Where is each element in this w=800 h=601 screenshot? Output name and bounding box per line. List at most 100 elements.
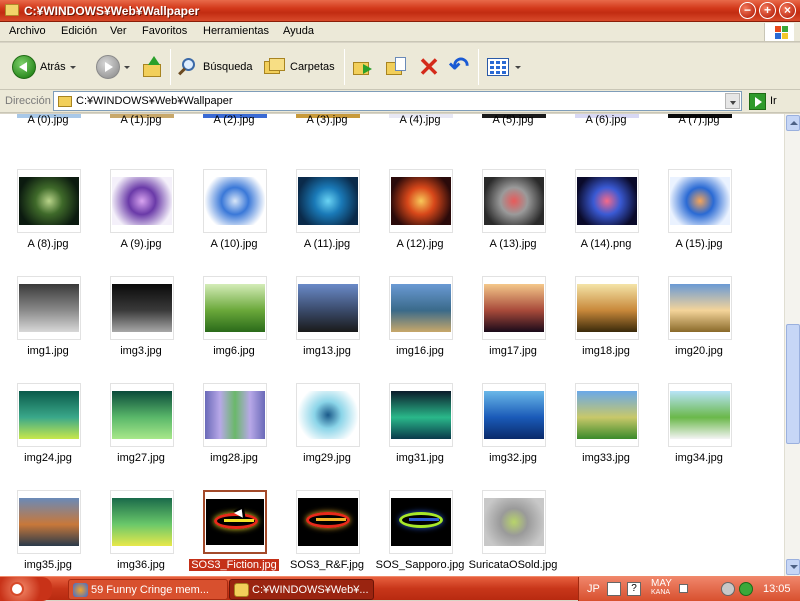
thumbnail xyxy=(110,383,174,447)
ime-mode-bottom[interactable]: KANA xyxy=(651,589,670,596)
file-name-text: img24.jpg xyxy=(24,452,72,464)
file-item[interactable]: img16.jpg xyxy=(374,276,466,381)
menu-ver[interactable]: Ver xyxy=(110,25,127,37)
back-button[interactable]: Atrás xyxy=(12,52,76,82)
file-item[interactable]: A (10).jpg xyxy=(188,169,280,274)
file-item[interactable]: A (2).jpg xyxy=(188,114,280,150)
file-item[interactable]: img17.jpg xyxy=(467,276,559,381)
file-name-text: SOS_Sapporo.jpg xyxy=(375,559,465,571)
address-input[interactable]: C:¥WINDOWS¥Web¥Wallpaper xyxy=(53,91,742,111)
scroll-down-button[interactable] xyxy=(786,559,800,575)
forward-button[interactable] xyxy=(96,52,130,82)
file-item[interactable]: img31.jpg xyxy=(374,383,466,488)
file-name-text: A (14).png xyxy=(580,238,632,250)
toolbar-separator xyxy=(170,49,171,85)
up-folder-button[interactable] xyxy=(142,52,164,82)
file-item[interactable]: img35.jpg xyxy=(2,490,94,576)
ime-options-icon[interactable] xyxy=(679,584,688,593)
undo-icon[interactable]: ↶ xyxy=(448,55,470,79)
menu-ayuda[interactable]: Ayuda xyxy=(283,25,314,37)
file-item[interactable]: img1.jpg xyxy=(2,276,94,381)
folders-button[interactable]: Carpetas xyxy=(264,52,335,82)
security-icon[interactable] xyxy=(721,582,735,596)
address-value: C:¥WINDOWS¥Web¥Wallpaper xyxy=(76,95,233,107)
forward-arrow-icon xyxy=(96,55,120,79)
language-indicator[interactable]: JP xyxy=(587,583,600,595)
file-item[interactable]: img13.jpg xyxy=(281,276,373,381)
file-item[interactable]: img32.jpg xyxy=(467,383,559,488)
thumbnail-image xyxy=(391,177,451,225)
vertical-scrollbar[interactable] xyxy=(784,114,800,576)
network-icon[interactable] xyxy=(739,582,753,596)
folder-icon xyxy=(5,4,19,16)
chevron-down-icon[interactable] xyxy=(515,66,521,69)
file-item[interactable]: img36.jpg xyxy=(95,490,187,576)
copy-to-icon[interactable] xyxy=(386,56,408,78)
file-item[interactable]: img28.jpg xyxy=(188,383,280,488)
move-to-icon[interactable] xyxy=(353,56,375,78)
file-item[interactable]: A (1).jpg xyxy=(95,114,187,150)
file-item[interactable]: A (12).jpg xyxy=(374,169,466,274)
thumbnail-image xyxy=(484,391,544,439)
go-button[interactable]: Ir xyxy=(749,92,777,110)
menu-herramientas[interactable]: Herramientas xyxy=(203,25,269,37)
delete-icon[interactable]: ✕ xyxy=(418,54,440,80)
help-icon[interactable]: ? xyxy=(627,582,641,596)
taskbar-item-browser[interactable]: 59 Funny Cringe mem... xyxy=(68,579,228,600)
file-item[interactable]: img24.jpg xyxy=(2,383,94,488)
file-item[interactable]: A (7).jpg xyxy=(653,114,745,150)
back-arrow-icon xyxy=(12,55,36,79)
file-item[interactable]: img3.jpg xyxy=(95,276,187,381)
file-name-text: img28.jpg xyxy=(210,452,258,464)
thumbnail xyxy=(482,169,546,233)
file-item[interactable]: A (3).jpg xyxy=(281,114,373,150)
file-name-text: img31.jpg xyxy=(396,452,444,464)
maximize-button[interactable]: + xyxy=(759,2,776,19)
thumbnail xyxy=(110,276,174,340)
file-item[interactable]: img27.jpg xyxy=(95,383,187,488)
file-item[interactable]: A (4).jpg xyxy=(374,114,466,150)
address-dropdown-button[interactable] xyxy=(725,93,740,109)
start-button[interactable] xyxy=(0,577,52,601)
file-item[interactable]: img6.jpg xyxy=(188,276,280,381)
menu-archivo[interactable]: Archivo xyxy=(9,25,46,37)
file-item[interactable]: A (6).jpg xyxy=(560,114,652,150)
file-item[interactable]: A (11).jpg xyxy=(281,169,373,274)
file-item[interactable]: A (14).png xyxy=(560,169,652,274)
taskbar-item-explorer[interactable]: C:¥WINDOWS¥Web¥... xyxy=(229,579,374,600)
thumbnail-image xyxy=(577,284,637,332)
keyboard-icon[interactable] xyxy=(607,582,621,596)
file-name-text: img13.jpg xyxy=(303,345,351,357)
file-name: A (3).jpg xyxy=(306,114,348,126)
file-item[interactable]: A (15).jpg xyxy=(653,169,745,274)
file-item[interactable]: img20.jpg xyxy=(653,276,745,381)
file-item[interactable]: SOS3_Fiction.jpg xyxy=(188,490,280,576)
file-item[interactable]: A (13).jpg xyxy=(467,169,559,274)
ime-mode-top[interactable]: MAY xyxy=(651,578,672,589)
file-item[interactable]: A (0).jpg xyxy=(2,114,94,150)
file-item[interactable]: img18.jpg xyxy=(560,276,652,381)
thumbnail xyxy=(389,169,453,233)
close-button[interactable]: × xyxy=(779,2,796,19)
search-button[interactable]: Búsqueda xyxy=(178,52,253,82)
file-item[interactable]: SOS3_R&F.jpg xyxy=(281,490,373,576)
file-item[interactable]: img34.jpg xyxy=(653,383,745,488)
folder-icon xyxy=(234,583,249,597)
thumbnail-image xyxy=(391,391,451,439)
scroll-thumb[interactable] xyxy=(786,324,800,444)
file-item[interactable]: img33.jpg xyxy=(560,383,652,488)
folders-label: Carpetas xyxy=(290,61,335,73)
file-item[interactable]: img29.jpg xyxy=(281,383,373,488)
menu-favoritos[interactable]: Favoritos xyxy=(142,25,187,37)
menu-edicion[interactable]: Edición xyxy=(61,25,97,37)
file-item[interactable]: SOS_Sapporo.jpg xyxy=(374,490,466,576)
scroll-up-button[interactable] xyxy=(786,115,800,131)
search-icon xyxy=(178,57,198,77)
file-item[interactable]: SuricataOSold.jpg xyxy=(467,490,559,576)
file-item[interactable]: A (9).jpg xyxy=(95,169,187,274)
views-icon[interactable] xyxy=(487,58,509,76)
thumbnail xyxy=(17,276,81,340)
file-item[interactable]: A (8).jpg xyxy=(2,169,94,274)
minimize-button[interactable]: − xyxy=(739,2,756,19)
file-item[interactable]: A (5).jpg xyxy=(467,114,559,150)
